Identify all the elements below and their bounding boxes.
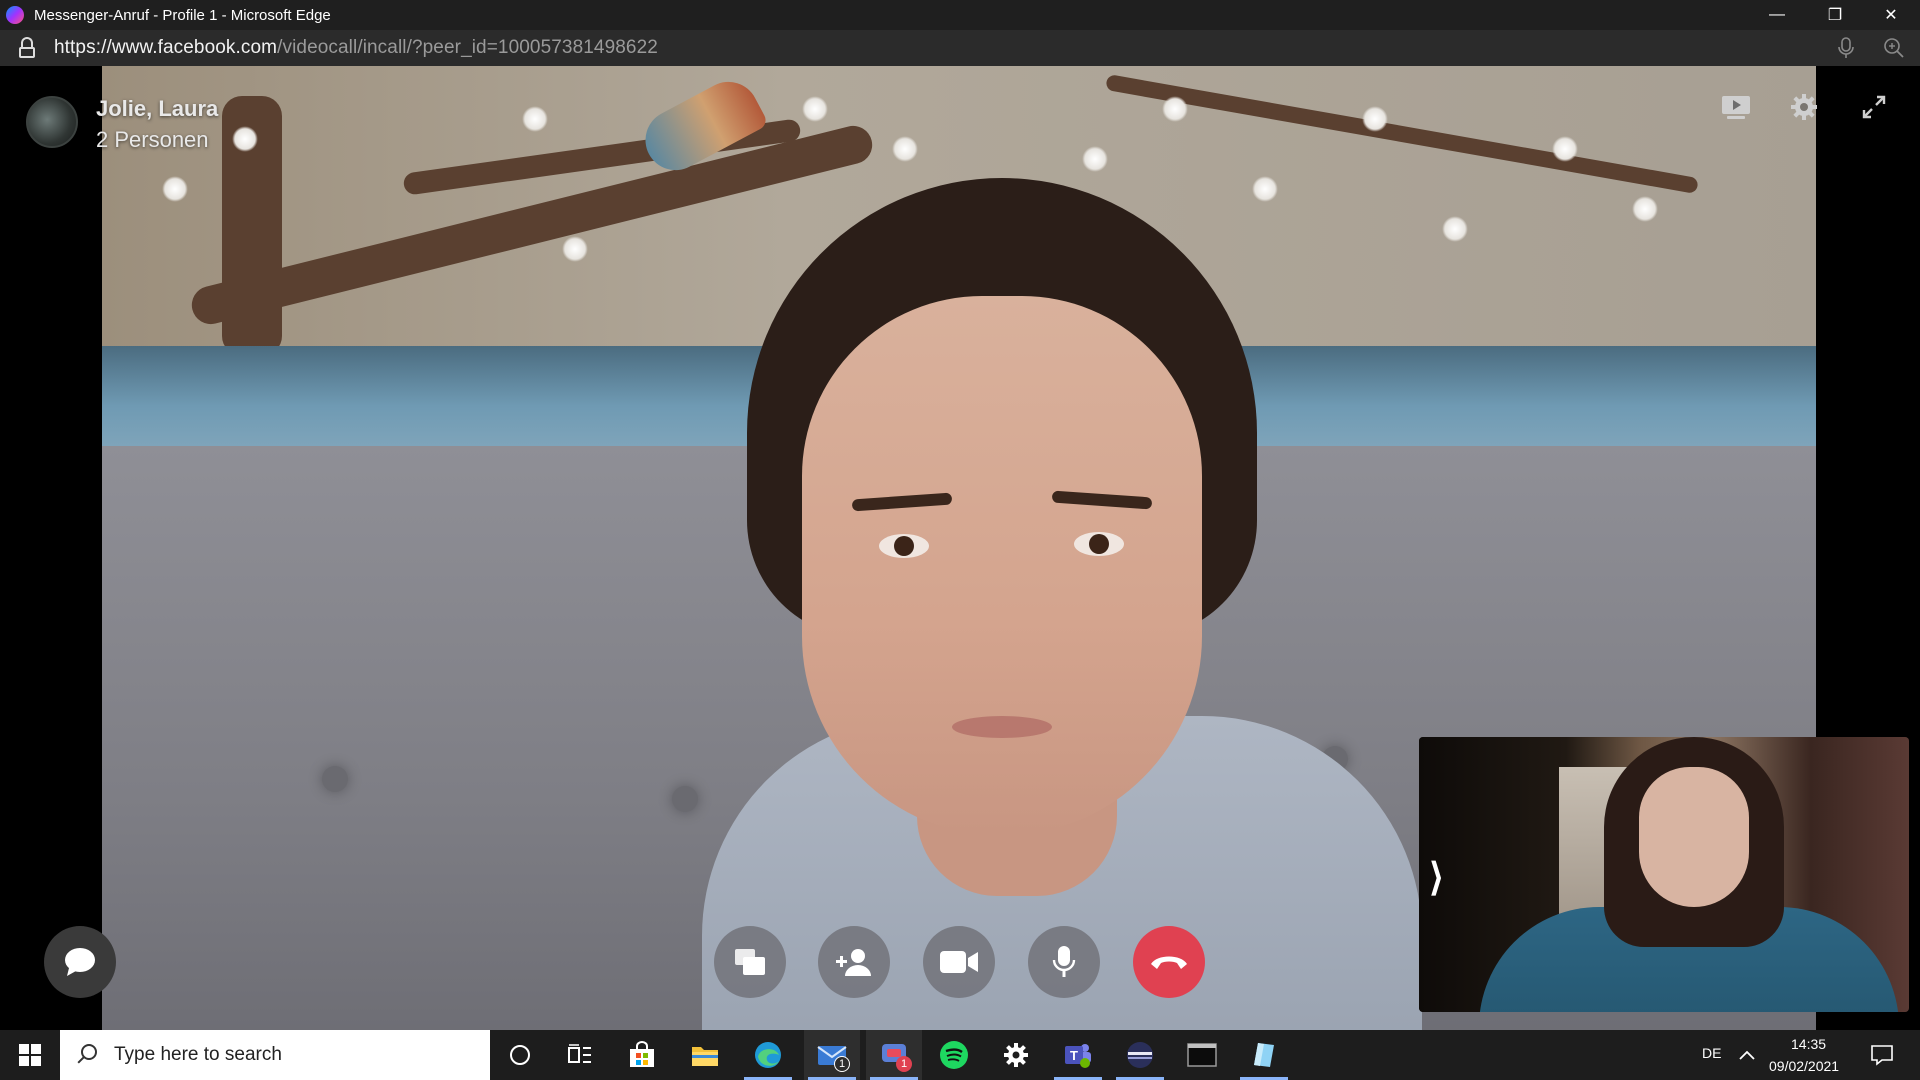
- settings-gear-icon: [1004, 1043, 1028, 1067]
- zoom-icon[interactable]: [1874, 30, 1914, 66]
- search-icon: [76, 1044, 98, 1066]
- taskbar-chat-app[interactable]: 1: [866, 1030, 922, 1080]
- cortana-circle-icon: [510, 1045, 530, 1065]
- collapse-self-view-chevron-icon[interactable]: ⟩: [1429, 855, 1444, 900]
- clock-time[interactable]: 14:35: [1791, 1036, 1826, 1052]
- spotify-icon: [940, 1041, 968, 1069]
- restore-button[interactable]: ❐: [1806, 0, 1864, 30]
- taskbar-file-explorer[interactable]: [677, 1030, 733, 1080]
- video-camera-icon: [940, 951, 978, 973]
- folder-icon: [692, 1047, 718, 1066]
- task-view-icon: [568, 1044, 591, 1063]
- lock-icon[interactable]: [18, 37, 36, 59]
- call-stage: Jolie, Laura 2 Personen ⟩: [0, 66, 1920, 1030]
- url-field[interactable]: https://www.facebook.com/videocall/incal…: [54, 37, 658, 59]
- cortana-button[interactable]: [492, 1030, 548, 1080]
- share-screen-button[interactable]: [714, 926, 786, 998]
- start-button[interactable]: [0, 1030, 60, 1080]
- window-titlebar: Messenger-Anruf - Profile 1 - Microsoft …: [0, 0, 1920, 30]
- search-placeholder: Type here to search: [114, 1044, 282, 1065]
- end-call-icon: [1151, 956, 1187, 969]
- chat-button[interactable]: [44, 926, 116, 998]
- minimize-button[interactable]: —: [1748, 0, 1806, 30]
- microphone-permission-icon[interactable]: [1826, 30, 1866, 66]
- messenger-app-icon: [6, 6, 24, 24]
- windows-logo-icon: [19, 1044, 41, 1066]
- taskbar-mail[interactable]: 1: [804, 1030, 860, 1080]
- clock-date[interactable]: 09/02/2021: [1769, 1058, 1839, 1074]
- notification-center-button[interactable]: [1854, 1030, 1910, 1080]
- taskbar-snip-tool[interactable]: [1236, 1030, 1292, 1080]
- caller-info: Jolie, Laura 2 Personen: [26, 96, 218, 153]
- taskbar-store[interactable]: [614, 1030, 670, 1080]
- snip-tool-icon: [1254, 1043, 1274, 1067]
- show-hidden-icons-button[interactable]: [1722, 1030, 1772, 1080]
- settings-icon[interactable]: [1787, 90, 1821, 124]
- fullscreen-icon[interactable]: [1857, 90, 1891, 124]
- chevron-up-icon: [1739, 1050, 1755, 1060]
- taskbar-search-box[interactable]: Type here to search: [60, 1030, 490, 1080]
- participant-count: 2 Personen: [96, 127, 209, 152]
- url-scheme: https://: [54, 37, 112, 58]
- caller-name: Jolie, Laura: [96, 96, 219, 121]
- taskbar-spotify[interactable]: [926, 1030, 982, 1080]
- svg-text:T: T: [1070, 1048, 1078, 1063]
- microphone-button[interactable]: [1028, 926, 1100, 998]
- teams-icon: T: [1065, 1044, 1091, 1068]
- taskbar-settings[interactable]: [988, 1030, 1044, 1080]
- add-person-button[interactable]: [818, 926, 890, 998]
- terminal-icon: [1187, 1043, 1217, 1067]
- language-indicator[interactable]: DE: [1702, 1045, 1721, 1061]
- window-title: Messenger-Anruf - Profile 1 - Microsoft …: [34, 6, 331, 24]
- end-call-button[interactable]: [1133, 926, 1205, 998]
- edge-browser-icon: [755, 1042, 781, 1068]
- app-orb-icon: [1127, 1042, 1153, 1068]
- chat-bubble-icon: [65, 948, 95, 976]
- self-view-video[interactable]: ⟩: [1419, 737, 1909, 1012]
- taskbar-teams[interactable]: T: [1050, 1030, 1106, 1080]
- video-button[interactable]: [923, 926, 995, 998]
- taskbar-edge[interactable]: [740, 1030, 796, 1080]
- screen-share-icon: [735, 949, 765, 975]
- notification-icon: [1871, 1045, 1893, 1066]
- taskbar-terminal[interactable]: [1174, 1030, 1230, 1080]
- taskbar-app-orb[interactable]: [1112, 1030, 1168, 1080]
- task-view-button[interactable]: [552, 1030, 608, 1080]
- url-host: www.facebook.com: [111, 37, 278, 58]
- add-person-icon: [836, 949, 871, 976]
- url-path: /videocall/incall/?peer_id=1000573814986…: [277, 37, 658, 58]
- chat-app-badge: 1: [896, 1056, 912, 1072]
- person-face: [802, 296, 1202, 836]
- microphone-icon: [1052, 946, 1076, 977]
- address-bar[interactable]: https://www.facebook.com/videocall/incal…: [0, 30, 1920, 66]
- close-button[interactable]: ✕: [1862, 0, 1920, 30]
- mail-badge: 1: [834, 1056, 850, 1072]
- avatar: [26, 96, 78, 148]
- store-bag-icon: [630, 1041, 654, 1067]
- picture-in-picture-icon[interactable]: [1719, 90, 1753, 124]
